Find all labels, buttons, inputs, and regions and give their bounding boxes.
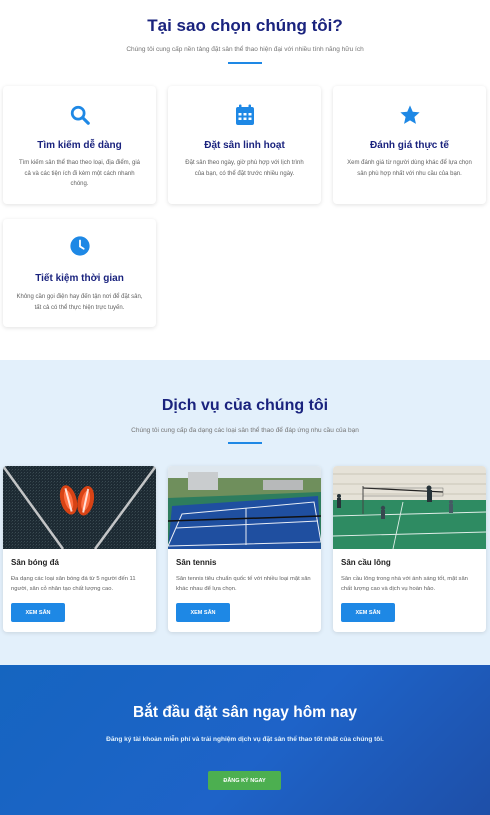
view-badminton-button[interactable]: XEM SÂN bbox=[341, 603, 395, 622]
tennis-image bbox=[168, 466, 321, 549]
section-title: Dịch vụ của chúng tôi bbox=[161, 397, 329, 414]
service-card-tennis: Sân tennis Sân tennis tiêu chuẩn quốc tế… bbox=[168, 466, 321, 632]
feature-card-time: Tiết kiệm thời gian Không cần gọi điện h… bbox=[3, 219, 156, 327]
service-card-football: Sân bóng đá Đa dạng các loại sân bóng đá… bbox=[3, 466, 156, 632]
cta-title: Bắt đầu đặt sân ngay hôm nay bbox=[133, 704, 357, 721]
why-choose-us-section: Tại sao chọn chúng tôi? Chúng tôi cung c… bbox=[0, 0, 490, 360]
service-title: Sân tennis bbox=[176, 558, 217, 567]
title-underline bbox=[228, 62, 262, 64]
feature-title: Tiết kiệm thời gian bbox=[35, 273, 124, 284]
feature-card-search: Tìm kiếm dễ dàng Tìm kiếm sân thể thao t… bbox=[3, 86, 156, 204]
feature-desc: Tìm kiếm sân thể thao theo loại, địa điể… bbox=[18, 160, 141, 187]
service-title: Sân cầu lông bbox=[341, 558, 391, 567]
services-section: Dịch vụ của chúng tôi Chúng tôi cung cấp… bbox=[0, 360, 490, 665]
section-subtitle: Chúng tôi cung cấp đa dạng các loại sân … bbox=[131, 427, 359, 434]
football-image bbox=[3, 466, 156, 549]
clock-icon bbox=[3, 235, 156, 257]
badminton-image bbox=[333, 466, 486, 549]
feature-desc: Xem đánh giá từ người dùng khác để lựa c… bbox=[347, 160, 472, 177]
feature-desc: Không cần gọi điện hay đến tận nơi để đặ… bbox=[16, 294, 143, 311]
register-button[interactable]: ĐĂNG KÝ NGAY bbox=[208, 771, 281, 790]
calendar-icon bbox=[168, 104, 321, 126]
service-desc: Sân tennis tiêu chuẩn quốc tế với nhiều … bbox=[176, 576, 311, 592]
service-card-badminton: Sân cầu lông Sân cầu lông trong nhà với … bbox=[333, 466, 486, 632]
feature-card-reviews: Đánh giá thực tế Xem đánh giá từ người d… bbox=[333, 86, 486, 204]
service-title: Sân bóng đá bbox=[11, 558, 59, 567]
cta-section: Bắt đầu đặt sân ngay hôm nay Đăng ký tài… bbox=[0, 665, 490, 815]
cta-desc: Đăng ký tài khoản miễn phí và trải nghiệ… bbox=[106, 736, 384, 743]
view-football-button[interactable]: XEM SÂN bbox=[11, 603, 65, 622]
star-icon bbox=[333, 104, 486, 126]
section-title: Tại sao chọn chúng tôi? bbox=[147, 16, 343, 35]
service-desc: Sân cầu lông trong nhà với ánh sáng tốt,… bbox=[341, 576, 468, 592]
service-desc: Đa dạng các loại sân bóng đá từ 5 người … bbox=[11, 576, 136, 592]
feature-desc: Đặt sân theo ngày, giờ phù hợp với lịch … bbox=[185, 160, 304, 177]
feature-title: Đặt sân linh hoạt bbox=[204, 140, 285, 151]
feature-card-booking: Đặt sân linh hoạt Đặt sân theo ngày, giờ… bbox=[168, 86, 321, 204]
feature-title: Tìm kiếm dễ dàng bbox=[37, 140, 122, 151]
feature-title: Đánh giá thực tế bbox=[370, 140, 449, 151]
search-icon bbox=[3, 104, 156, 126]
section-subtitle: Chúng tôi cung cấp nền tảng đặt sân thể … bbox=[126, 46, 364, 53]
title-underline bbox=[228, 442, 262, 444]
view-tennis-button[interactable]: XEM SÂN bbox=[176, 603, 230, 622]
